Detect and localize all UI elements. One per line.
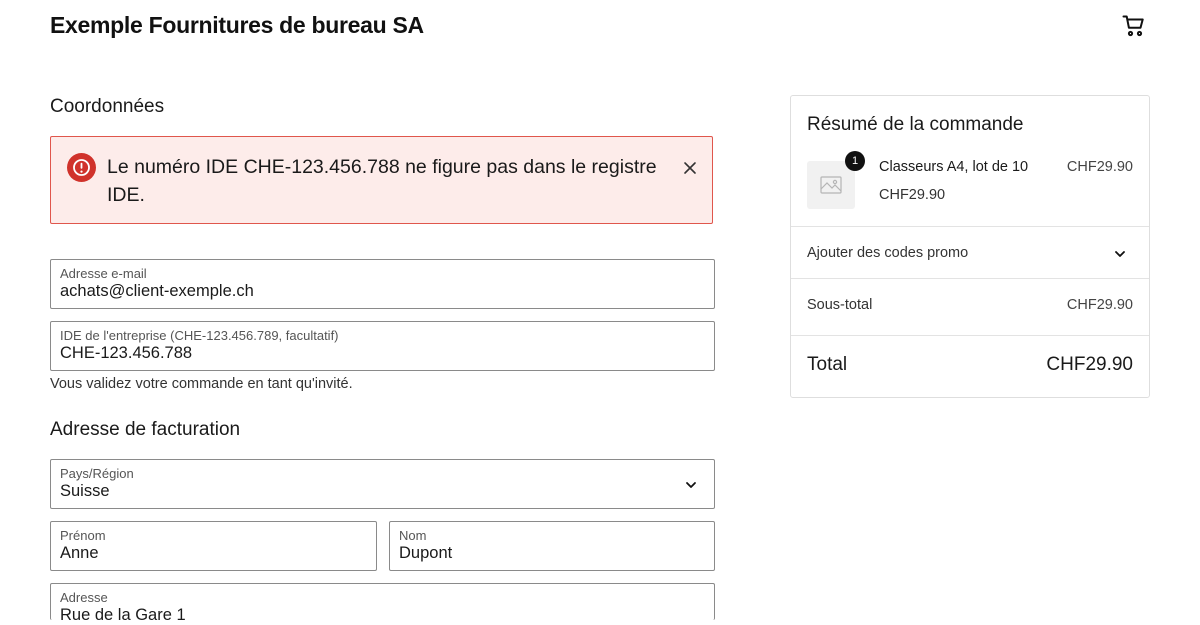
- divider: [791, 335, 1149, 336]
- uid-field-label: IDE de l'entreprise (CHE-123.456.789, fa…: [60, 328, 339, 343]
- email-field[interactable]: Adresse e-mail achats@client-exemple.ch: [50, 259, 715, 309]
- guest-note: Vous validez votre commande en tant qu'i…: [50, 376, 353, 392]
- order-summary-title: Résumé de la commande: [807, 114, 1024, 135]
- country-select-label: Pays/Région: [60, 466, 134, 481]
- order-summary: Résumé de la commande 1 Classeurs A4, lo…: [790, 95, 1150, 398]
- last-name-field-value: Dupont: [399, 544, 453, 562]
- address-field-label: Adresse: [60, 590, 108, 605]
- item-price: CHF29.90: [1066, 159, 1133, 175]
- billing-section-title: Adresse de facturation: [50, 419, 241, 440]
- promo-code-toggle[interactable]: Ajouter des codes promo: [791, 227, 1149, 279]
- address-field-value: Rue de la Gare 1: [60, 606, 186, 624]
- error-banner: Le numéro IDE CHE-123.456.788 ne figure …: [50, 136, 713, 224]
- chevron-down-icon: [686, 482, 696, 488]
- quantity-badge: 1: [845, 151, 865, 171]
- last-name-field-label: Nom: [399, 528, 427, 543]
- first-name-field[interactable]: Prénom Anne: [50, 521, 377, 571]
- item-unit-price: CHF29.90: [879, 187, 946, 203]
- subtotal-label: Sous-total: [807, 297, 873, 313]
- address-field[interactable]: Adresse Rue de la Gare 1: [50, 583, 715, 624]
- promo-code-label: Ajouter des codes promo: [807, 245, 969, 261]
- divider: [791, 278, 1149, 279]
- first-name-field-label: Prénom: [60, 528, 106, 543]
- last-name-field[interactable]: Nom Dupont: [389, 521, 715, 571]
- uid-field-value: CHE-123.456.788: [60, 344, 193, 362]
- country-select[interactable]: Pays/Région Suisse: [50, 459, 715, 509]
- total-value: CHF29.90: [1046, 354, 1133, 375]
- cart-icon: [1122, 15, 1144, 37]
- uid-field[interactable]: IDE de l'entreprise (CHE-123.456.789, fa…: [50, 321, 715, 371]
- total-label: Total: [807, 354, 848, 375]
- close-icon[interactable]: [681, 159, 699, 177]
- cart-button[interactable]: [1120, 12, 1148, 40]
- image-placeholder-icon: [820, 176, 842, 194]
- store-title: Exemple Fournitures de bureau SA: [50, 12, 424, 38]
- country-select-value: Suisse: [60, 482, 110, 500]
- subtotal-value: CHF29.90: [1066, 297, 1133, 313]
- first-name-field-value: Anne: [60, 544, 99, 562]
- error-message: Le numéro IDE CHE-123.456.788 ne figure …: [107, 156, 657, 206]
- email-field-value: achats@client-exemple.ch: [60, 282, 254, 300]
- email-field-label: Adresse e-mail: [60, 266, 147, 281]
- error-icon: [67, 153, 96, 182]
- chevron-down-icon: [1115, 251, 1125, 257]
- item-name: Classeurs A4, lot de 10: [879, 159, 1029, 175]
- contact-section-title: Coordonnées: [50, 96, 165, 117]
